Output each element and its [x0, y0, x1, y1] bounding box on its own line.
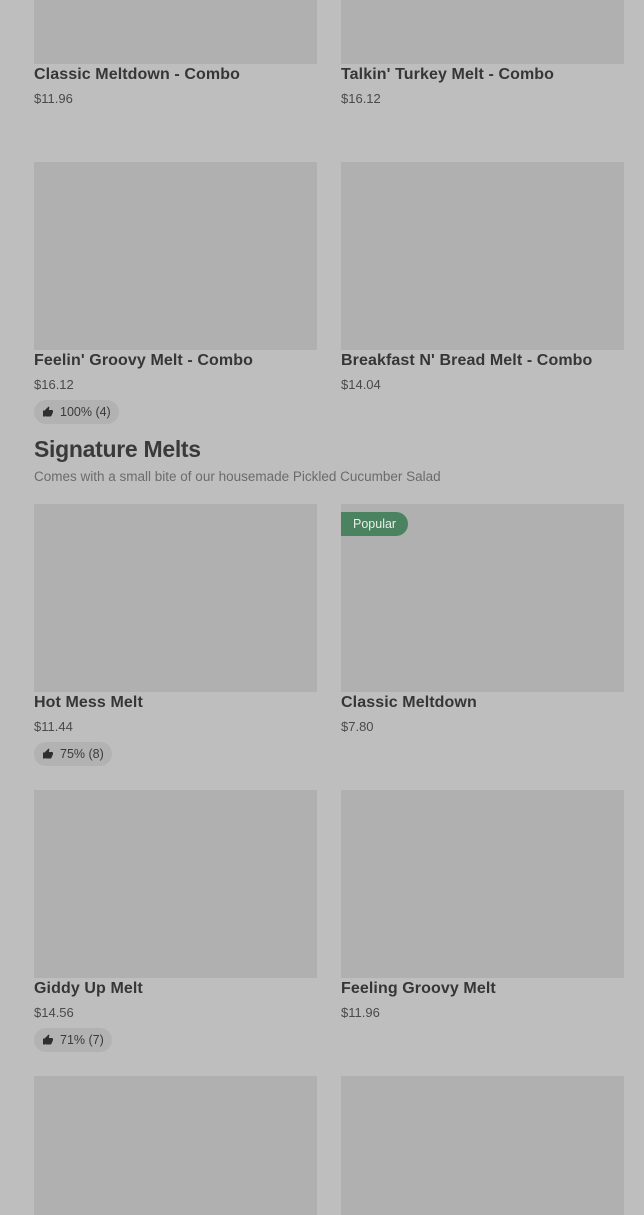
- item-image: [341, 1076, 624, 1215]
- thumbs-up-icon: [43, 1034, 53, 1045]
- item-price: $16.12: [341, 91, 381, 106]
- item-image: [34, 1076, 317, 1215]
- item-name: Classic Meltdown: [341, 694, 477, 711]
- item-image: [341, 790, 624, 978]
- item-image: [341, 0, 624, 64]
- item-image: [34, 504, 317, 692]
- item-name: Hot Mess Melt: [34, 694, 143, 711]
- item-name: Feeling Groovy Melt: [341, 980, 496, 997]
- item-price: $14.56: [34, 1005, 74, 1020]
- menu-item-card[interactable]: Feelin' Groovy Melt - Combo $16.12 100% …: [34, 162, 317, 448]
- item-price: $11.96: [341, 1005, 380, 1020]
- menu-item-card[interactable]: Classic Meltdown - Combo $11.96: [34, 0, 317, 162]
- item-name: Talkin' Turkey Melt - Combo: [341, 66, 555, 83]
- signature-grid: Hot Mess Melt $11.44 75% (8) Popular Cla…: [34, 504, 624, 1076]
- rating-text: 100% (4): [60, 405, 111, 419]
- item-image: [34, 0, 317, 64]
- menu-item-card[interactable]: Talkin' Turkey Melt - Combo $16.12: [341, 0, 624, 162]
- rating-pill: 100% (4): [34, 400, 119, 424]
- next-row-grid: [34, 1076, 624, 1215]
- item-image: [341, 162, 624, 350]
- menu-item-card[interactable]: Popular Classic Meltdown $7.80: [341, 504, 624, 790]
- menu-item-card[interactable]: [34, 1076, 317, 1215]
- item-image: [34, 162, 317, 350]
- item-name: Giddy Up Melt: [34, 980, 143, 997]
- menu-item-card[interactable]: Feeling Groovy Melt $11.96: [341, 790, 624, 1076]
- item-price: $14.04: [341, 377, 381, 392]
- item-name: Breakfast N' Bread Melt - Combo: [341, 352, 593, 369]
- item-price: $7.80: [341, 719, 374, 734]
- rating-pill: 75% (8): [34, 742, 112, 766]
- menu-item-card[interactable]: Hot Mess Melt $11.44 75% (8): [34, 504, 317, 790]
- item-name: Classic Meltdown - Combo: [34, 66, 240, 83]
- thumbs-up-icon: [43, 748, 53, 759]
- item-price: $11.96: [34, 91, 73, 106]
- thumbs-up-icon: [43, 406, 53, 417]
- section-subtitle: Comes with a small bite of our housemade…: [34, 469, 441, 484]
- item-image: [34, 790, 317, 978]
- rating-text: 75% (8): [60, 747, 104, 761]
- combo-grid: Classic Meltdown - Combo $11.96 Talkin' …: [34, 0, 624, 448]
- section-title: Signature Melts: [34, 436, 201, 462]
- menu-item-card[interactable]: [341, 1076, 624, 1215]
- rating-pill: 71% (7): [34, 1028, 112, 1052]
- item-name: Feelin' Groovy Melt - Combo: [34, 352, 253, 369]
- item-price: $16.12: [34, 377, 74, 392]
- rating-text: 71% (7): [60, 1033, 104, 1047]
- item-price: $11.44: [34, 719, 73, 734]
- menu-item-card[interactable]: Breakfast N' Bread Melt - Combo $14.04: [341, 162, 624, 448]
- popular-badge: Popular: [341, 512, 409, 536]
- menu-item-card[interactable]: Giddy Up Melt $14.56 71% (7): [34, 790, 317, 1076]
